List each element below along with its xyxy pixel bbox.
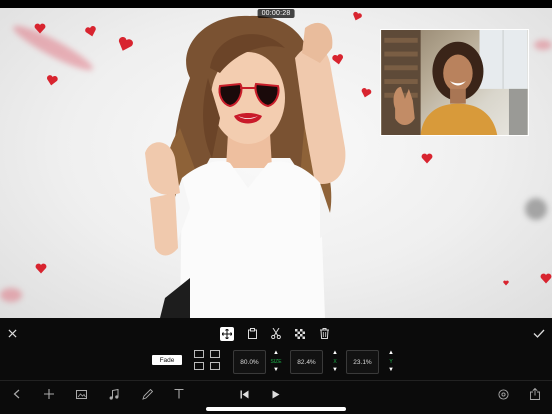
skip-start-icon[interactable]: [237, 387, 251, 401]
transition-fade-button[interactable]: Fade: [152, 355, 182, 365]
editor-toolbar: [0, 318, 552, 350]
heart-confetti-icon: [540, 273, 552, 284]
video-preview[interactable]: 00:00:28: [0, 8, 552, 318]
x-value-field[interactable]: 82.4%: [290, 350, 323, 374]
y-label: Y: [389, 359, 393, 365]
home-indicator[interactable]: [206, 407, 346, 411]
move-icon[interactable]: [220, 327, 234, 341]
x-increase-arrow-icon[interactable]: ▲: [332, 350, 338, 357]
copy-icon[interactable]: [246, 327, 258, 340]
checkmark-icon[interactable]: [532, 327, 546, 339]
add-icon[interactable]: [42, 387, 56, 401]
scissors-icon[interactable]: [270, 327, 282, 340]
heart-confetti-icon: [35, 263, 47, 274]
heart-confetti-icon: [503, 276, 509, 290]
x-label: X: [333, 359, 337, 365]
pen-icon[interactable]: [140, 387, 154, 401]
close-icon[interactable]: [6, 327, 18, 339]
x-decrease-arrow-icon[interactable]: ▼: [332, 367, 338, 374]
y-stepper[interactable]: ▲ Y ▼: [385, 350, 397, 374]
share-icon[interactable]: [528, 386, 542, 401]
play-icon[interactable]: [269, 387, 283, 401]
back-icon[interactable]: [10, 387, 22, 401]
timecode-display: 00:00:28: [257, 9, 295, 18]
blurred-petal: [534, 40, 552, 50]
y-decrease-arrow-icon[interactable]: ▼: [388, 367, 394, 374]
editor-panel: Fade 80.0% ▲ SIZE ▼ 82.4% ▲ X ▼ 23.1% ▲ …: [0, 318, 552, 414]
align-top-left-icon[interactable]: [194, 350, 204, 358]
alignment-presets[interactable]: [194, 350, 226, 372]
blurred-petal: [525, 198, 547, 220]
status-bar: [0, 0, 552, 8]
size-value-field[interactable]: 80.0%: [233, 350, 266, 374]
music-icon[interactable]: [107, 387, 121, 401]
text-icon[interactable]: [172, 387, 186, 401]
x-stepper[interactable]: ▲ X ▼: [329, 350, 341, 374]
heart-confetti-icon: [84, 25, 98, 39]
heart-confetti-icon: [421, 153, 433, 164]
y-value-field[interactable]: 23.1%: [346, 350, 379, 374]
main-clip-subject: [120, 8, 370, 318]
settings-icon[interactable]: [496, 387, 510, 401]
pip-video-overlay[interactable]: [380, 29, 529, 136]
clip-parameters: Fade 80.0% ▲ SIZE ▼ 82.4% ▲ X ▼ 23.1% ▲ …: [0, 350, 552, 380]
heart-confetti-icon: [45, 74, 59, 87]
media-icon[interactable]: [74, 387, 88, 401]
size-decrease-arrow-icon[interactable]: ▼: [273, 367, 279, 374]
size-label: SIZE: [270, 359, 282, 365]
blurred-petal: [0, 288, 22, 302]
trash-icon[interactable]: [318, 327, 330, 340]
size-stepper[interactable]: ▲ SIZE ▼: [270, 350, 282, 374]
align-bottom-left-icon[interactable]: [194, 362, 204, 370]
align-bottom-right-icon[interactable]: [210, 362, 220, 370]
y-increase-arrow-icon[interactable]: ▲: [388, 350, 394, 357]
size-increase-arrow-icon[interactable]: ▲: [273, 350, 279, 357]
heart-confetti-icon: [34, 23, 46, 34]
align-top-right-icon[interactable]: [210, 350, 220, 358]
checkerboard-icon[interactable]: [294, 328, 305, 339]
